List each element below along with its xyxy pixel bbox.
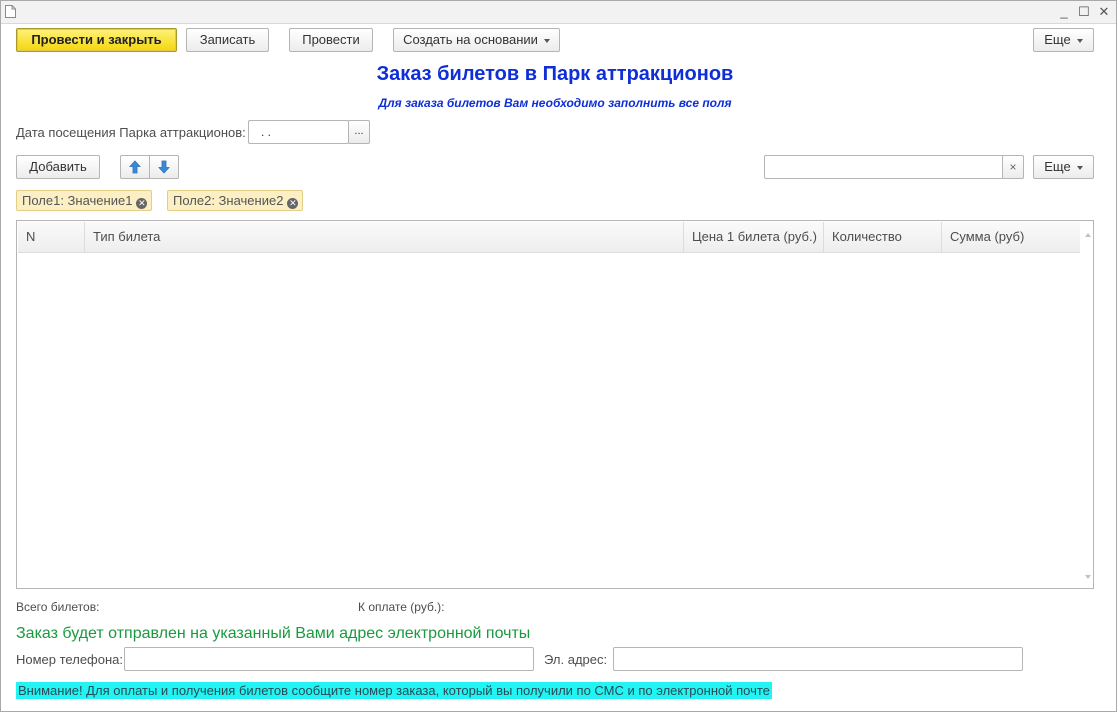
phone-input[interactable]: [124, 647, 534, 671]
to-pay-label: К оплате (руб.):: [358, 600, 445, 614]
payment-warning: Внимание! Для оплаты и получения билетов…: [16, 682, 772, 699]
dropdown-caret-icon: [1076, 165, 1083, 170]
arrow-up-icon: [129, 160, 141, 174]
minimize-button[interactable]: _: [1056, 4, 1072, 20]
phone-label: Номер телефона:: [16, 652, 123, 667]
clear-search-button[interactable]: ×: [1002, 155, 1024, 179]
dropdown-caret-icon: [1076, 38, 1083, 43]
table-more-label: Еще: [1044, 159, 1071, 174]
remove-filter-icon[interactable]: ✕: [287, 198, 299, 209]
scroll-up-icon[interactable]: [1085, 233, 1091, 237]
move-up-button[interactable]: [120, 155, 150, 179]
filter-chip[interactable]: Поле2: Значение2 ✕: [167, 190, 304, 211]
email-notice: Заказ будет отправлен на указанный Вами …: [16, 625, 531, 642]
post-and-close-button[interactable]: Провести и закрыть: [16, 28, 177, 52]
email-input[interactable]: [613, 647, 1023, 671]
column-header-sum[interactable]: Сумма (руб): [942, 222, 1080, 252]
choose-date-button[interactable]: ...: [348, 120, 370, 144]
more-actions-button[interactable]: Еще: [1033, 28, 1094, 52]
scroll-down-icon[interactable]: [1085, 575, 1091, 579]
table-header: N Тип билета Цена 1 билета (руб.) Количе…: [18, 222, 1080, 253]
visit-date-input[interactable]: . .: [248, 120, 349, 144]
save-button[interactable]: Записать: [186, 28, 269, 52]
search-input[interactable]: [764, 155, 1004, 179]
arrow-down-icon: [158, 160, 170, 174]
column-header-price[interactable]: Цена 1 билета (руб.): [684, 222, 824, 252]
close-button[interactable]: ✕: [1096, 4, 1112, 20]
filter-chip[interactable]: Поле1: Значение1 ✕: [16, 190, 153, 211]
page-subtitle: Для заказа билетов Вам необходимо заполн…: [378, 96, 732, 110]
title-bar: [1, 1, 1116, 24]
add-row-button[interactable]: Добавить: [16, 155, 100, 179]
document-icon: [5, 5, 16, 18]
email-label: Эл. адрес:: [544, 652, 608, 667]
filter-chip-label: Поле1: Значение1: [22, 193, 133, 208]
maximize-button[interactable]: ☐: [1076, 4, 1092, 20]
column-header-n[interactable]: N: [18, 222, 85, 252]
total-tickets-label: Всего билетов:: [16, 600, 100, 614]
column-header-quantity[interactable]: Количество: [824, 222, 942, 252]
remove-filter-icon[interactable]: ✕: [136, 198, 148, 209]
tickets-table[interactable]: N Тип билета Цена 1 билета (руб.) Количе…: [16, 220, 1094, 589]
dropdown-caret-icon: [543, 38, 550, 43]
filter-chip-label: Поле2: Значение2: [173, 193, 284, 208]
more-actions-label: Еще: [1044, 32, 1071, 47]
move-down-button[interactable]: [149, 155, 179, 179]
table-more-button[interactable]: Еще: [1033, 155, 1094, 179]
page-title: Заказ билетов в Парк аттракционов: [376, 63, 734, 85]
post-button[interactable]: Провести: [289, 28, 373, 52]
create-based-on-button[interactable]: Создать на основании: [393, 28, 560, 52]
visit-date-label: Дата посещения Парка аттракционов:: [16, 125, 246, 140]
column-header-ticket-type[interactable]: Тип билета: [85, 222, 684, 252]
create-based-on-label: Создать на основании: [403, 32, 538, 47]
